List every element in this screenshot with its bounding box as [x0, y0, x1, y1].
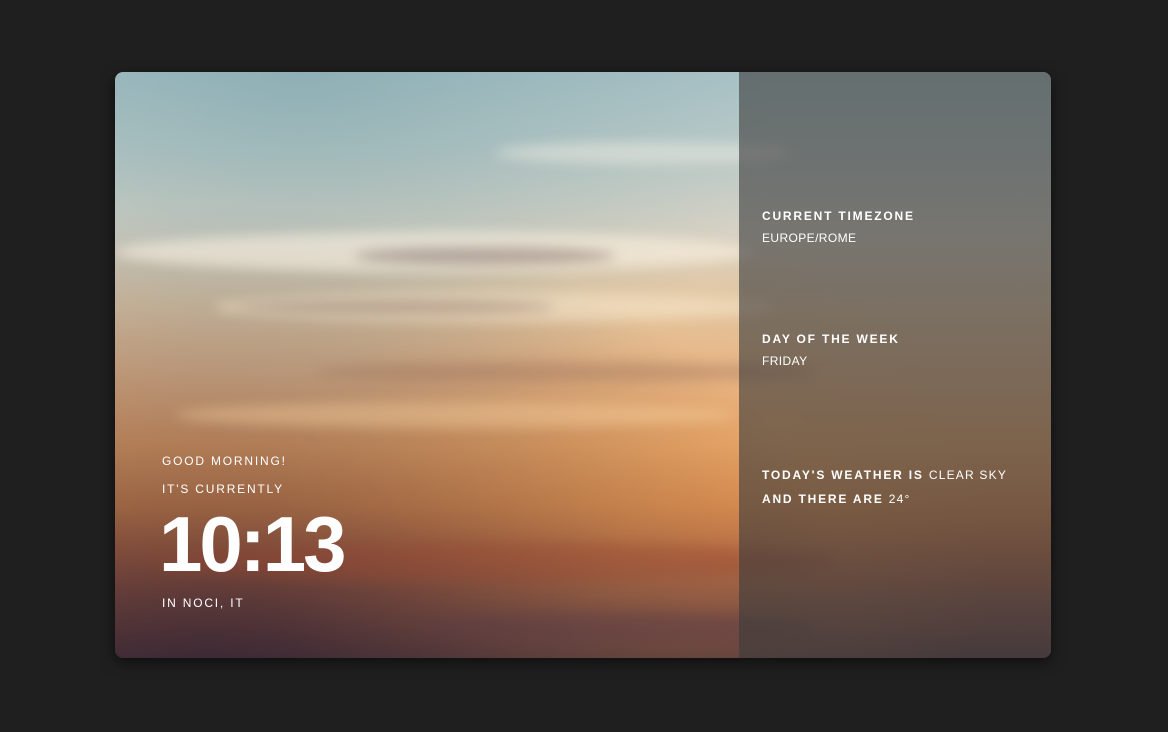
cloud-streak: [215, 292, 775, 322]
timezone-value: EUROPE/ROME: [762, 231, 857, 245]
weather-block: TODAY'S WEATHER IS CLEAR SKY AND THERE A…: [762, 468, 1007, 506]
timezone-label: CURRENT TIMEZONE: [762, 209, 915, 223]
day-value: FRIDAY: [762, 354, 808, 368]
cloud-streak: [115, 232, 755, 272]
dashboard-card: GOOD MORNING! IT'S CURRENTLY 10:13 IN NO…: [115, 72, 1051, 658]
weather-value: CLEAR SKY: [928, 468, 1008, 482]
weather-line: TODAY'S WEATHER IS CLEAR SKY: [762, 468, 1007, 482]
temperature-prefix: AND THERE ARE: [762, 492, 884, 506]
weather-prefix: TODAY'S WEATHER IS: [762, 468, 924, 482]
cloud-streak: [175, 402, 735, 428]
currently-text: IT'S CURRENTLY: [162, 482, 284, 496]
cloud-streak: [235, 300, 555, 314]
clock-time: 10:13: [159, 500, 346, 588]
location-text: IN NOCI, IT: [162, 596, 245, 610]
info-panel: CURRENT TIMEZONE EUROPE/ROME DAY OF THE …: [739, 72, 1051, 658]
day-label: DAY OF THE WEEK: [762, 332, 900, 346]
timezone-block: CURRENT TIMEZONE EUROPE/ROME: [762, 209, 915, 245]
temperature-value: 24°: [888, 492, 911, 506]
greeting-text: GOOD MORNING!: [162, 454, 287, 468]
cloud-streak: [355, 247, 615, 265]
temperature-line: AND THERE ARE 24°: [762, 492, 1007, 506]
day-block: DAY OF THE WEEK FRIDAY: [762, 332, 900, 368]
